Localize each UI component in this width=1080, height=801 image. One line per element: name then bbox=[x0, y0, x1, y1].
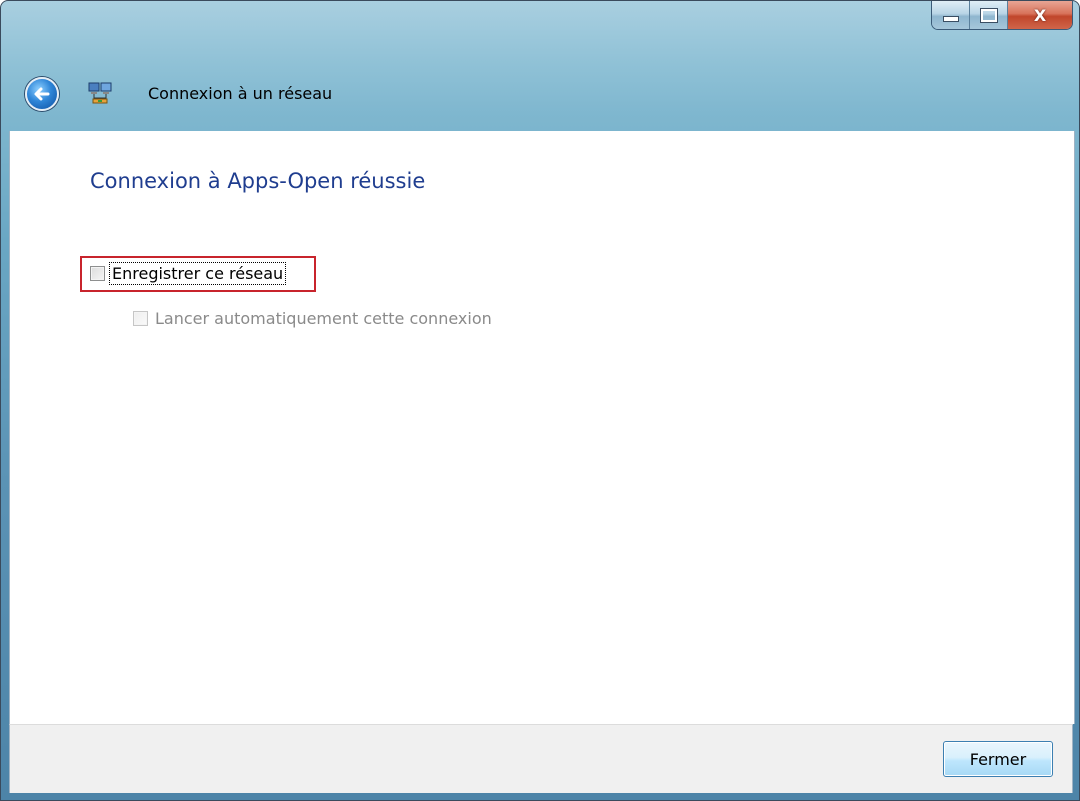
dialog-footer: Fermer bbox=[9, 724, 1073, 793]
dialog-window: X Connexion à un réseau Connexion à Apps… bbox=[0, 0, 1080, 801]
network-icon bbox=[88, 82, 112, 104]
close-icon: X bbox=[1033, 5, 1047, 25]
page-title: Connexion à Apps-Open réussie bbox=[90, 169, 426, 193]
close-window-button[interactable]: X bbox=[1008, 1, 1072, 29]
title-bar: X Connexion à un réseau bbox=[1, 1, 1079, 131]
minimize-icon bbox=[942, 16, 959, 22]
save-network-option[interactable]: Enregistrer ce réseau bbox=[90, 262, 287, 285]
auto-connect-checkbox bbox=[133, 311, 148, 326]
maximize-button[interactable] bbox=[970, 1, 1008, 29]
window-title: Connexion à un réseau bbox=[148, 84, 333, 103]
back-arrow-icon bbox=[34, 87, 50, 101]
back-button[interactable] bbox=[25, 77, 59, 111]
dialog-content: Connexion à Apps-Open réussie Enregistre… bbox=[9, 131, 1075, 724]
auto-connect-option: Lancer automatiquement cette connexion bbox=[133, 309, 493, 328]
minimize-button[interactable] bbox=[932, 1, 970, 29]
close-button[interactable]: Fermer bbox=[943, 741, 1053, 777]
save-network-label[interactable]: Enregistrer ce réseau bbox=[108, 262, 287, 285]
save-network-checkbox[interactable] bbox=[90, 266, 105, 281]
caption-buttons: X bbox=[932, 1, 1072, 29]
auto-connect-label: Lancer automatiquement cette connexion bbox=[155, 309, 492, 328]
maximize-icon bbox=[979, 7, 998, 23]
